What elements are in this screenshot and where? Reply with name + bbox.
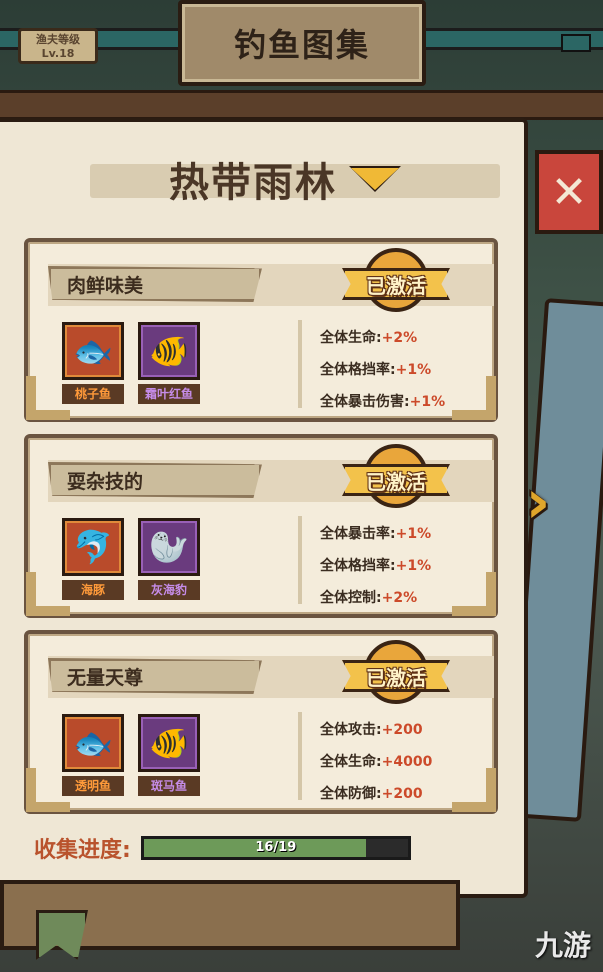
set-name: 耍杂技的: [48, 462, 262, 498]
transparent-fish-icon: 🐟: [62, 714, 124, 772]
progress-label: 收集进度:: [34, 838, 131, 863]
fish-name: 海豚: [62, 580, 124, 600]
fisher-level-value: Lv.18: [41, 47, 75, 60]
fish-set-card: 肉鲜味美 已激活 🐟 桃子鱼 🐠 霜叶红鱼 全体生命:+2% 全体格挡率:+1%…: [24, 238, 498, 422]
activated-badge: 已激活: [342, 248, 450, 312]
close-button[interactable]: ✕: [535, 150, 603, 234]
dropdown-button[interactable]: [349, 164, 401, 194]
frost-leaf-fish-icon: 🐠: [138, 322, 200, 380]
dolphin-icon: 🐬: [62, 518, 124, 576]
page-title: 钓鱼图集: [233, 26, 370, 64]
chevron-right-icon: ›: [525, 467, 551, 537]
background-shelf: [0, 90, 603, 120]
stat-label: 全体暴击率:: [320, 526, 396, 542]
fish-name: 霜叶红鱼: [138, 384, 200, 404]
stat-value: +1%: [395, 558, 432, 574]
stat-value: +4000: [381, 754, 433, 770]
stat-value: +1%: [395, 526, 432, 542]
grey-seal-icon: 🦭: [138, 518, 200, 576]
top-right-button[interactable]: [561, 34, 591, 52]
stat-value: +1%: [395, 362, 432, 378]
fish-slot[interactable]: 🐠 斑马鱼: [138, 714, 200, 800]
corner-ornament: [26, 572, 70, 616]
stat-value: +1%: [409, 394, 446, 410]
fish-slot[interactable]: 🐟 透明鱼: [62, 714, 124, 800]
zebra-fish-icon: 🐠: [138, 714, 200, 772]
set-bonus: 全体暴击率:+1%: [320, 518, 500, 550]
watermark-logo: 九游: [534, 929, 591, 962]
fish-slot[interactable]: 🦭 灰海豹: [138, 518, 200, 604]
fish-name: 灰海豹: [138, 580, 200, 600]
activated-label: 已激活: [366, 665, 426, 690]
peach-fish-icon: 🐟: [62, 322, 124, 380]
fish-set-card: 耍杂技的 已激活 🐬 海豚 🦭 灰海豹 全体暴击率:+1% 全体格挡率:+1% …: [24, 434, 498, 618]
stat-label: 全体防御:: [320, 786, 382, 802]
chevron-down-icon: [351, 168, 399, 190]
stat-value: +2%: [381, 590, 418, 606]
fish-name: 桃子鱼: [62, 384, 124, 404]
fisher-level-badge: 渔夫等级 Lv.18: [18, 28, 98, 64]
close-icon: ✕: [550, 166, 588, 218]
region-selector[interactable]: 热带雨林: [90, 146, 500, 212]
divider: [298, 712, 302, 800]
stat-value: +200: [381, 786, 423, 802]
corner-ornament: [26, 376, 70, 420]
activated-label: 已激活: [366, 273, 426, 298]
stat-label: 全体攻击:: [320, 722, 382, 738]
set-name: 无量天尊: [48, 658, 262, 694]
fish-slot[interactable]: 🐠 霜叶红鱼: [138, 322, 200, 408]
stat-label: 全体生命:: [320, 754, 382, 770]
progress-text: 16/19: [255, 840, 297, 855]
stat-label: 全体生命:: [320, 330, 382, 346]
stat-label: 全体格挡率:: [320, 558, 396, 574]
collection-progress: 收集进度: 16/19: [34, 832, 411, 864]
set-bonus: 全体攻击:+200: [320, 714, 500, 746]
fish-slot[interactable]: 🐟 桃子鱼: [62, 322, 124, 408]
fisher-level-label: 渔夫等级: [36, 33, 80, 46]
fish-name: 斑马鱼: [138, 776, 200, 796]
stat-value: +2%: [381, 330, 418, 346]
corner-ornament: [452, 572, 496, 616]
corner-ornament: [26, 768, 70, 812]
divider: [298, 320, 302, 408]
stat-value: +200: [381, 722, 423, 738]
fish-set-card: 无量天尊 已激活 🐟 透明鱼 🐠 斑马鱼 全体攻击:+200 全体生命:+400…: [24, 630, 498, 814]
next-page-button[interactable]: ›: [515, 460, 561, 544]
title-plank: 钓鱼图集: [178, 0, 426, 86]
region-name: 热带雨林: [169, 160, 337, 206]
stat-label: 全体控制:: [320, 590, 382, 606]
corner-ornament: [452, 376, 496, 420]
activated-badge: 已激活: [342, 640, 450, 704]
set-bonus: 全体生命:+2%: [320, 322, 500, 354]
stat-label: 全体格挡率:: [320, 362, 396, 378]
fish-name: 透明鱼: [62, 776, 124, 796]
stat-label: 全体暴击伤害:: [320, 394, 410, 410]
fish-slot[interactable]: 🐬 海豚: [62, 518, 124, 604]
divider: [298, 516, 302, 604]
activated-label: 已激活: [366, 469, 426, 494]
corner-ornament: [452, 768, 496, 812]
set-name: 肉鲜味美: [48, 266, 262, 302]
progress-bar: 16/19: [140, 836, 411, 860]
activated-badge: 已激活: [342, 444, 450, 508]
